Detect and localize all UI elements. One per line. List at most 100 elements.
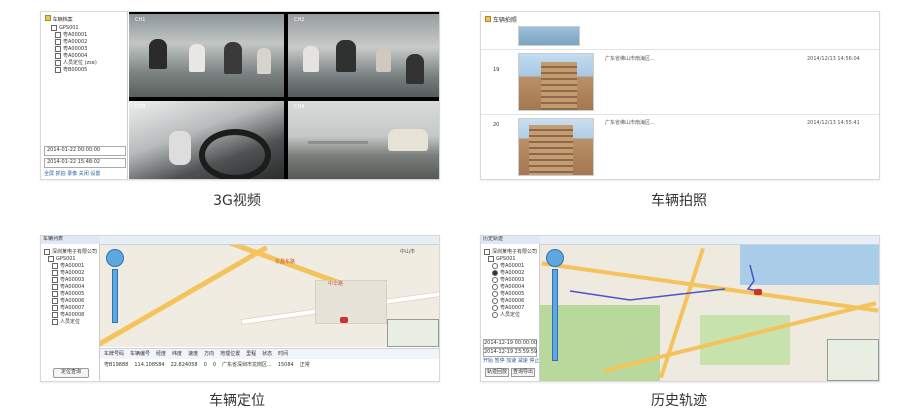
col-header: 经度 (156, 351, 167, 357)
tree-item[interactable]: GPS001 (488, 255, 537, 262)
table-cell: 广东省深圳市龙岗区... (222, 362, 272, 368)
tree-item[interactable]: 粤A00007 (52, 304, 97, 311)
video-sidebar: 车辆档案 GPS001 粤A00001 粤A00002 粤A00003 粤A00… (41, 12, 128, 179)
overview-map[interactable] (827, 339, 879, 381)
table-cell: 0 (203, 362, 207, 368)
playback-controls[interactable]: 开始 暂停 加速 减速 停止 (483, 358, 539, 364)
photo-row-index: 19 (493, 67, 500, 73)
video-feed-driver[interactable]: CH3 (129, 101, 284, 179)
folder-icon (45, 15, 51, 21)
photo-row-divider (481, 114, 879, 115)
tree-item[interactable]: 粤A00004 (52, 283, 97, 290)
location-toolbar (100, 236, 439, 245)
col-header: 纬度 (172, 351, 183, 357)
photo-row-address: 广东省佛山市南海区... (605, 56, 655, 62)
table-cell: 正常 (299, 362, 310, 368)
tree-item[interactable]: 粤A00003 (492, 276, 537, 283)
checkbox-icon (52, 318, 58, 325)
tree-item[interactable]: 人员定位 (52, 318, 97, 325)
tree-item[interactable]: 粤A00001 (55, 31, 97, 38)
tree-item[interactable]: 粤A00002 (55, 38, 97, 45)
vehicle-marker-icon[interactable] (340, 317, 348, 323)
tree-item[interactable]: GPS001 (48, 255, 97, 262)
tree-item[interactable]: GPS001 (51, 24, 97, 31)
table-cell: 114.108584 (134, 362, 165, 368)
checkbox-icon (48, 255, 54, 262)
location-panel: 车辆列表 深圳某电子有限公司 GPS001 粤A00001 粤A00002 粤A… (40, 235, 440, 382)
photo-panel-title: 车辆拍照 (485, 16, 517, 24)
device-icon (55, 52, 61, 59)
tree-root[interactable]: 车辆档案 (45, 15, 73, 23)
video-feed-road[interactable]: CH4 (288, 101, 439, 179)
track-date-end[interactable]: 2014-12-19 23:59:59 (483, 348, 537, 357)
checkbox-icon (44, 248, 50, 255)
tree-item[interactable]: 粤A00005 (52, 290, 97, 297)
tree-item[interactable]: 粤A00003 (52, 276, 97, 283)
tree-item[interactable]: 粤A00001 (52, 262, 97, 269)
tree-item[interactable]: 粤A00007 (492, 304, 537, 311)
radio-icon (492, 297, 498, 304)
track-sidebar-tab[interactable]: 历史轨迹 (481, 236, 541, 244)
track-replay-button[interactable]: 轨迹回放 (485, 368, 509, 377)
tree-item[interactable]: 粤A00002 (492, 269, 537, 276)
tree-item[interactable]: 粤A00008 (52, 311, 97, 318)
caption-video: 3G视频 (213, 193, 261, 209)
checkbox-icon (52, 262, 58, 269)
date-start-field[interactable]: 2014-01-22 00:00:00 (44, 146, 126, 156)
tree-item[interactable]: 粤A00006 (492, 297, 537, 304)
date-end-field[interactable]: 2014-01-22 15:48:02 (44, 158, 126, 168)
col-header: 车辆编号 (130, 351, 151, 357)
locate-query-button[interactable]: 定位查询 (53, 368, 89, 378)
photo-row-time: 2014/12/13 14:55:41 (807, 120, 860, 126)
tree-item[interactable]: 粤A00002 (52, 269, 97, 276)
col-header: 时间 (278, 351, 289, 357)
overview-map[interactable] (387, 319, 439, 347)
track-map[interactable] (540, 245, 879, 381)
tree-item[interactable]: 粤B00005 (55, 66, 97, 73)
map-park (315, 280, 387, 324)
map-label: 中山市 (400, 249, 416, 255)
checkbox-icon (52, 269, 58, 276)
photo-panel: 车辆拍照 19 广东省佛山市南海区... 2014/12/13 14:56:04… (480, 11, 880, 180)
video-feed-cabin-front[interactable]: CH1 (129, 14, 284, 97)
device-icon (55, 31, 61, 38)
table-row[interactable]: 粤B19888 114.108584 22.824058 0 0 广东省深圳市龙… (100, 359, 439, 371)
video-grid: CH1 CH2 CH3 CH4 (129, 12, 439, 179)
zoom-slider[interactable] (112, 269, 118, 323)
video-actions[interactable]: 全屏 抓拍 录像 关闭 设置 (44, 171, 100, 177)
tree-item[interactable]: 粤A00005 (492, 290, 537, 297)
tree-item[interactable]: 深圳某电子有限公司 (484, 248, 537, 255)
tree-item[interactable]: 粤A00004 (55, 52, 97, 59)
photo-thumb[interactable] (518, 118, 594, 176)
zoom-slider[interactable] (552, 269, 558, 361)
video-panel: 车辆档案 GPS001 粤A00001 粤A00002 粤A00003 粤A00… (40, 11, 440, 180)
photo-thumb-partial[interactable] (518, 26, 580, 46)
video-feed-cabin-rear[interactable]: CH2 (288, 14, 439, 97)
location-sidebar: 车辆列表 深圳某电子有限公司 GPS001 粤A00001 粤A00002 粤A… (41, 236, 101, 381)
location-map[interactable]: 东昌东路 中华路 中山市 (100, 245, 439, 347)
zoom-control[interactable] (546, 249, 564, 267)
tree-item[interactable]: 粤A00001 (492, 262, 537, 269)
checkbox-icon (52, 290, 58, 297)
checkbox-icon (484, 248, 490, 255)
radio-icon (492, 269, 498, 276)
zoom-control[interactable] (106, 249, 124, 267)
tree-item[interactable]: 人员定位 (zse) (55, 59, 97, 66)
col-header: 里程 (246, 351, 257, 357)
table-cell: 0 (212, 362, 216, 368)
tree-item[interactable]: 人员定位 (492, 311, 537, 318)
tree-item[interactable]: 粤A00006 (52, 297, 97, 304)
tree-item[interactable]: 粤A00004 (492, 283, 537, 290)
checkbox-icon (52, 311, 58, 318)
location-table: 车牌号码 车辆编号 经度 纬度 速度 方向 地理位置 里程 状态 时间 粤B19… (100, 348, 439, 381)
camera-icon (485, 16, 491, 22)
tree-item[interactable]: 粤A00003 (55, 45, 97, 52)
track-date-start[interactable]: 2014-12-19 00:00:00 (483, 339, 537, 348)
tree-item[interactable]: 深圳某电子有限公司 (44, 248, 97, 255)
location-sidebar-tab[interactable]: 车辆列表 (41, 236, 101, 244)
vehicle-marker-icon[interactable] (754, 289, 762, 295)
photo-thumb[interactable] (518, 53, 594, 111)
track-toolbar (540, 236, 879, 245)
track-sidebar: 历史轨迹 深圳某电子有限公司 GPS001 粤A00001 粤A00002 粤A… (481, 236, 541, 381)
track-export-button[interactable]: 查询导出 (511, 368, 535, 377)
